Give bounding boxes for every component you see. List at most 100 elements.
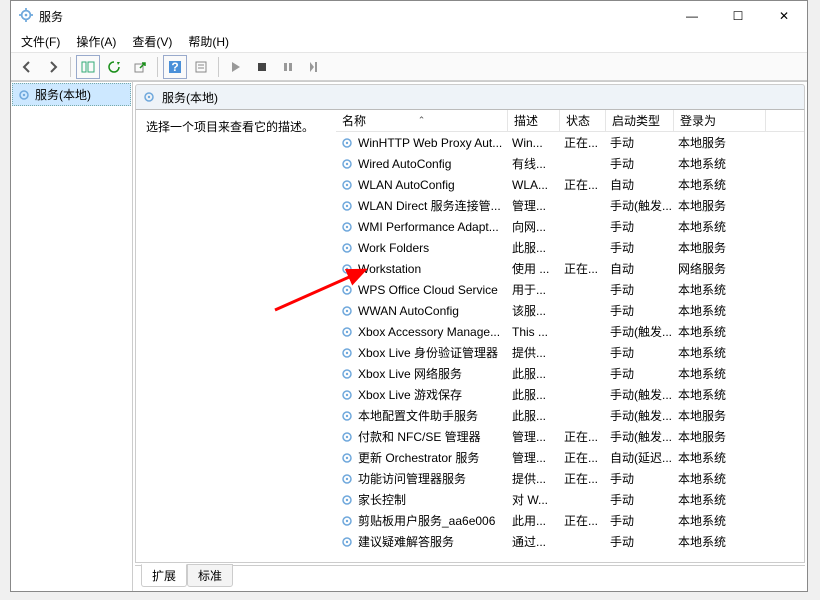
cell-logon: 本地服务: [674, 407, 766, 424]
service-name: 功能访问管理器服务: [358, 470, 466, 487]
menu-action[interactable]: 操作(A): [70, 31, 122, 52]
cell-startup: 手动: [606, 239, 674, 256]
refresh-icon: [107, 60, 121, 74]
table-row[interactable]: 付款和 NFC/SE 管理器管理...正在...手动(触发...本地服务: [336, 426, 804, 447]
help-icon: ?: [168, 60, 182, 74]
services-app-icon: [19, 8, 33, 25]
start-service-button[interactable]: [224, 55, 248, 79]
refresh-button[interactable]: [102, 55, 126, 79]
cell-startup: 手动(触发...: [606, 428, 674, 445]
menu-file[interactable]: 文件(F): [15, 31, 66, 52]
col-startup[interactable]: 启动类型: [606, 110, 674, 131]
service-name: 剪贴板用户服务_aa6e006: [358, 512, 495, 529]
cell-desc: 管理...: [508, 428, 560, 445]
help-button[interactable]: ?: [163, 55, 187, 79]
cell-startup: 手动: [606, 512, 674, 529]
toolbar: ?: [11, 53, 807, 81]
export-button[interactable]: [128, 55, 152, 79]
table-row[interactable]: 本地配置文件助手服务此服...手动(触发...本地服务: [336, 405, 804, 426]
table-row[interactable]: 建议疑难解答服务通过...手动本地系统: [336, 531, 804, 552]
services-rows[interactable]: WinHTTP Web Proxy Aut...Win...正在...手动本地服…: [336, 132, 804, 562]
table-row[interactable]: Workstation使用 ...正在...自动网络服务: [336, 258, 804, 279]
menubar: 文件(F) 操作(A) 查看(V) 帮助(H): [11, 31, 807, 53]
cell-startup: 手动: [606, 155, 674, 172]
cell-logon: 本地系统: [674, 302, 766, 319]
gear-icon: [340, 514, 354, 528]
cell-name: 本地配置文件助手服务: [336, 407, 508, 424]
properties-icon: [194, 60, 208, 74]
table-row[interactable]: WLAN Direct 服务连接管...管理...手动(触发...本地服务: [336, 195, 804, 216]
tab-extended[interactable]: 扩展: [141, 564, 187, 587]
restart-service-button[interactable]: [302, 55, 326, 79]
col-status[interactable]: 状态: [560, 110, 606, 131]
cell-logon: 本地系统: [674, 365, 766, 382]
services-window: 服务 — ☐ ✕ 文件(F) 操作(A) 查看(V) 帮助(H) ? 服务(本地…: [10, 0, 808, 592]
menu-help[interactable]: 帮助(H): [182, 31, 235, 52]
cell-name: WMI Performance Adapt...: [336, 220, 508, 234]
gear-icon: [340, 493, 354, 507]
col-logon[interactable]: 登录为: [674, 110, 766, 131]
cell-startup: 手动: [606, 470, 674, 487]
cell-startup: 自动: [606, 176, 674, 193]
col-desc[interactable]: 描述: [508, 110, 560, 131]
arrow-right-icon: [46, 60, 60, 74]
table-row[interactable]: 家长控制对 W...手动本地系统: [336, 489, 804, 510]
cell-name: 建议疑难解答服务: [336, 533, 508, 550]
cell-desc: 使用 ...: [508, 260, 560, 277]
maximize-button[interactable]: ☐: [715, 1, 761, 31]
table-row[interactable]: WMI Performance Adapt...向网...手动本地系统: [336, 216, 804, 237]
toolbar-separator: [157, 57, 158, 77]
pause-service-button[interactable]: [276, 55, 300, 79]
col-name-label: 名称: [342, 112, 366, 129]
menu-view[interactable]: 查看(V): [126, 31, 178, 52]
table-row[interactable]: 功能访问管理器服务提供...正在...手动本地系统: [336, 468, 804, 489]
cell-status: 正在...: [560, 512, 606, 529]
close-button[interactable]: ✕: [761, 1, 807, 31]
cell-name: Xbox Live 身份验证管理器: [336, 344, 508, 361]
table-row[interactable]: WinHTTP Web Proxy Aut...Win...正在...手动本地服…: [336, 132, 804, 153]
gear-icon: [142, 90, 156, 104]
cell-logon: 本地服务: [674, 239, 766, 256]
table-row[interactable]: Xbox Live 身份验证管理器提供...手动本地系统: [336, 342, 804, 363]
tree-item-services-local[interactable]: 服务(本地): [12, 83, 131, 106]
cell-logon: 本地服务: [674, 197, 766, 214]
table-row[interactable]: Xbox Accessory Manage...This ...手动(触发...…: [336, 321, 804, 342]
table-row[interactable]: WWAN AutoConfig该服...手动本地系统: [336, 300, 804, 321]
cell-desc: 此服...: [508, 365, 560, 382]
gear-icon: [340, 262, 354, 276]
left-tree-pane[interactable]: 服务(本地): [11, 82, 133, 591]
minimize-button[interactable]: —: [669, 1, 715, 31]
table-row[interactable]: 更新 Orchestrator 服务管理...正在...自动(延迟...本地系统: [336, 447, 804, 468]
table-row[interactable]: Xbox Live 游戏保存此服...手动(触发...本地系统: [336, 384, 804, 405]
gear-icon: [340, 346, 354, 360]
forward-button[interactable]: [41, 55, 65, 79]
table-row[interactable]: 剪贴板用户服务_aa6e006此用...正在...手动本地系统: [336, 510, 804, 531]
table-row[interactable]: WPS Office Cloud Service用于...手动本地系统: [336, 279, 804, 300]
cell-name: Wired AutoConfig: [336, 157, 508, 171]
cell-desc: 有线...: [508, 155, 560, 172]
cell-logon: 本地系统: [674, 470, 766, 487]
col-name[interactable]: 名称⌃: [336, 110, 508, 131]
tab-standard[interactable]: 标准: [187, 564, 233, 587]
table-row[interactable]: WLAN AutoConfigWLA...正在...自动本地系统: [336, 174, 804, 195]
cell-logon: 网络服务: [674, 260, 766, 277]
col-desc-label: 描述: [514, 112, 538, 129]
stop-service-button[interactable]: [250, 55, 274, 79]
titlebar[interactable]: 服务 — ☐ ✕: [11, 1, 807, 31]
properties-button[interactable]: [189, 55, 213, 79]
show-hide-tree-button[interactable]: [76, 55, 100, 79]
cell-name: 家长控制: [336, 491, 508, 508]
gear-icon: [340, 241, 354, 255]
table-row[interactable]: Xbox Live 网络服务此服...手动本地系统: [336, 363, 804, 384]
gear-icon: [340, 178, 354, 192]
cell-startup: 手动: [606, 134, 674, 151]
cell-startup: 手动: [606, 491, 674, 508]
table-row[interactable]: Work Folders此服...手动本地服务: [336, 237, 804, 258]
back-button[interactable]: [15, 55, 39, 79]
cell-desc: 用于...: [508, 281, 560, 298]
table-row[interactable]: Wired AutoConfig有线...手动本地系统: [336, 153, 804, 174]
cell-desc: 提供...: [508, 470, 560, 487]
cell-logon: 本地系统: [674, 386, 766, 403]
cell-startup: 手动(触发...: [606, 386, 674, 403]
cell-logon: 本地系统: [674, 218, 766, 235]
